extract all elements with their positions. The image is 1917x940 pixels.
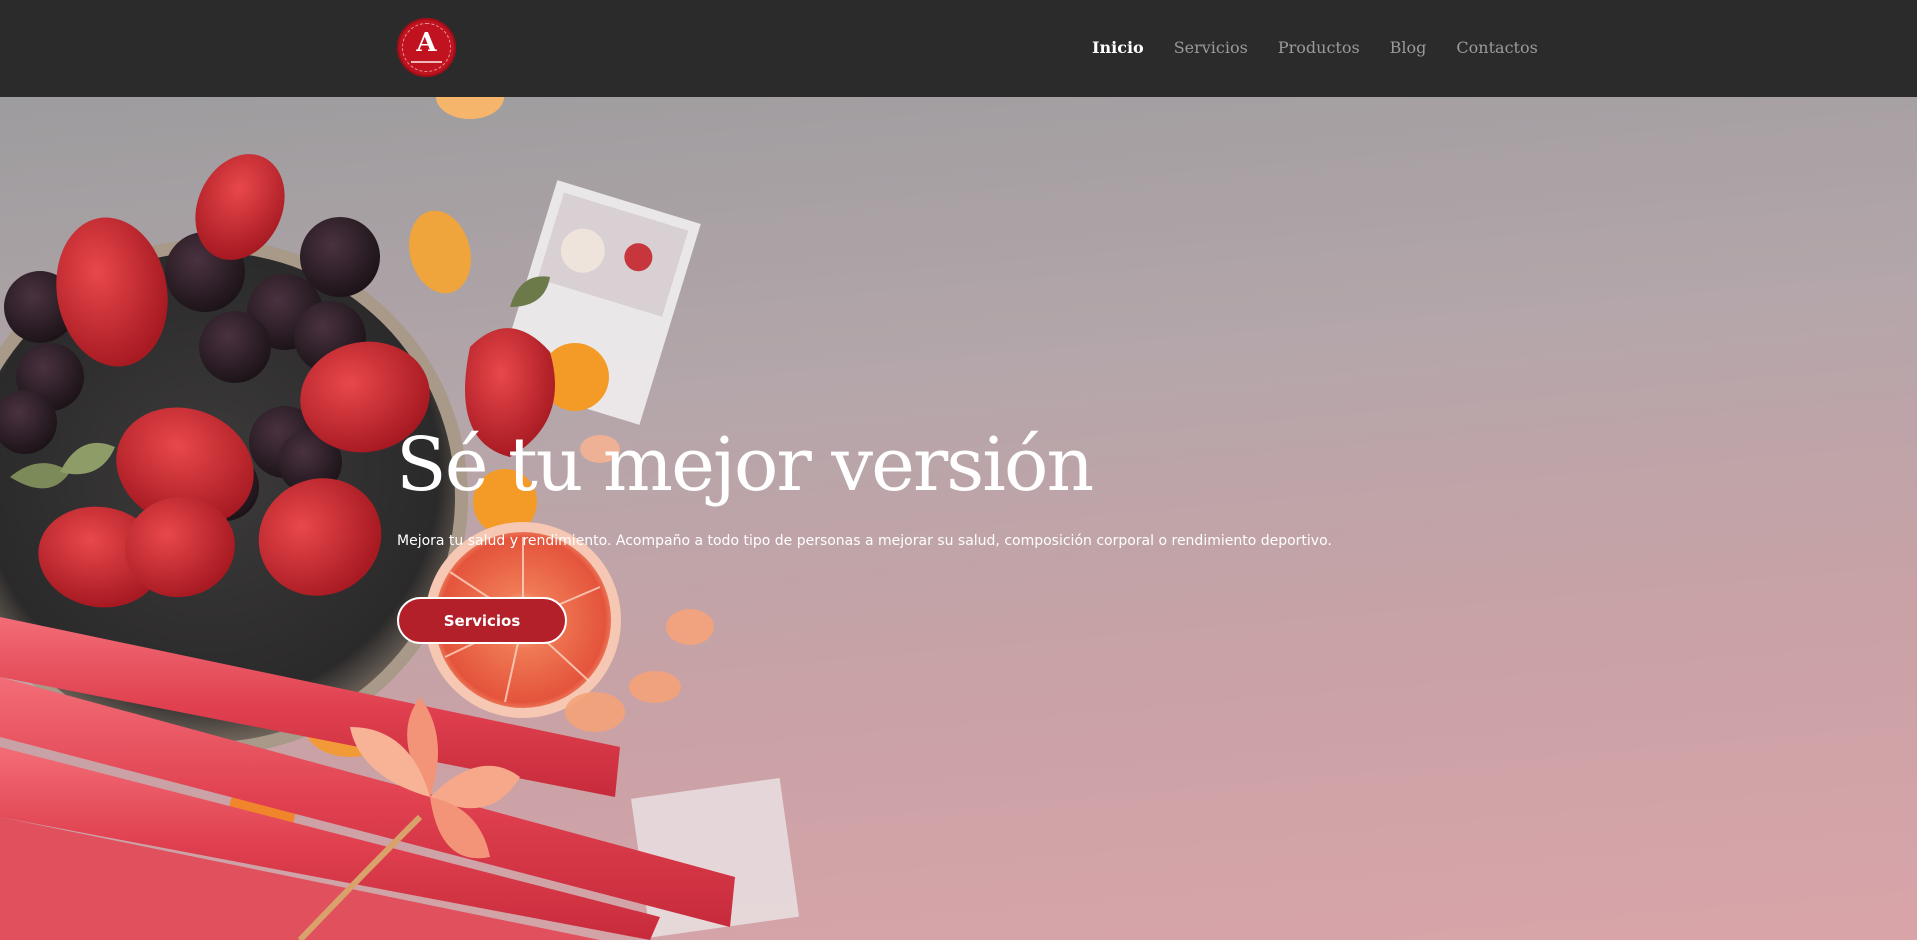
nav-link-productos[interactable]: Productos	[1278, 36, 1360, 60]
servicios-button[interactable]: Servicios	[397, 597, 567, 644]
nav-link-blog[interactable]: Blog	[1390, 36, 1427, 60]
top-navbar: A Inicio Servicios Productos Blog Contac…	[0, 0, 1917, 97]
logo-letter: A	[416, 28, 437, 58]
main-nav: Inicio Servicios Productos Blog Contacto…	[1092, 36, 1568, 60]
nav-link-inicio[interactable]: Inicio	[1092, 36, 1144, 60]
hero-subtitle: Mejora tu salud y rendimiento. Acompaño …	[397, 533, 1332, 549]
hero-fruit-image	[0, 97, 800, 940]
hero-section: Sé tu mejor versión Mejora tu salud y re…	[0, 97, 1917, 940]
brand-logo-icon[interactable]: A	[397, 18, 456, 77]
nav-link-servicios[interactable]: Servicios	[1174, 36, 1248, 60]
hero-title: Sé tu mejor versión	[396, 422, 1094, 508]
logo-underline	[411, 61, 442, 63]
nav-link-contactos[interactable]: Contactos	[1456, 36, 1537, 60]
